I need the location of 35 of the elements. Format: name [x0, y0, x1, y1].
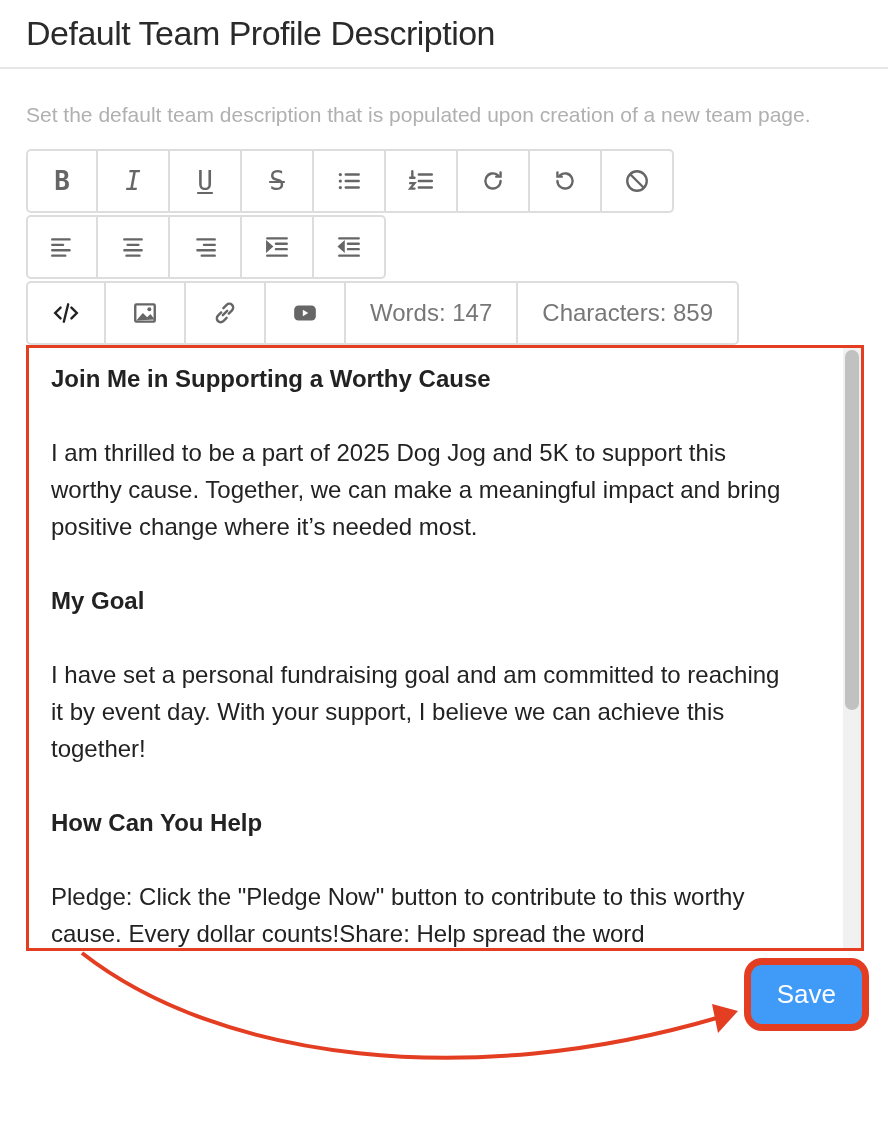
strike-button[interactable]: S — [242, 149, 314, 213]
align-center-button[interactable] — [98, 215, 170, 279]
align-left-button[interactable] — [26, 215, 98, 279]
code-icon — [53, 300, 79, 326]
undo-button[interactable] — [530, 149, 602, 213]
outdent-icon — [336, 234, 362, 260]
indent-icon — [264, 234, 290, 260]
image-button[interactable] — [106, 281, 186, 345]
clear-icon — [624, 168, 650, 194]
bold-button[interactable]: B — [26, 149, 98, 213]
description-text: Set the default team description that is populated upon creation of a new team page. — [26, 102, 812, 128]
counter-label: Characters: 859 — [518, 281, 740, 345]
link-button[interactable] — [186, 281, 266, 345]
numbers-button[interactable] — [386, 149, 458, 213]
section-heading: How Can You Help — [51, 808, 264, 838]
paragraph-text: I am thrilled to be a part of 2025 Dog Jog and 5K to support this worthy cause. Together, we can make a meaningful impact and bring positive change where it’s needed most. — [51, 438, 782, 542]
section-heading: Join Me in Supporting a Worthy Cause — [51, 364, 492, 394]
video-button[interactable] — [266, 281, 346, 345]
align-right-button[interactable] — [170, 215, 242, 279]
section-heading: My Goal — [51, 586, 146, 616]
image-icon — [132, 300, 158, 326]
clear-button[interactable] — [602, 149, 674, 213]
paragraph-text: I have set a personal fundraising goal and am committed to reaching it by event day. With your support, I believe we can achieve this together! — [51, 660, 781, 764]
redo-button[interactable] — [458, 149, 530, 213]
outdent-button[interactable] — [314, 215, 386, 279]
page-title: Default Team Profile Description — [26, 14, 497, 53]
paragraph-text: Pledge: Click the "Pledge Now" button to contribute to this worthy cause. Every dollar counts!Share: Help spread the word — [51, 882, 746, 948]
indent-button[interactable] — [242, 215, 314, 279]
bullets-button[interactable] — [314, 149, 386, 213]
counter-label: Words: 147 — [346, 281, 519, 345]
code-button[interactable] — [26, 281, 106, 345]
text-editor[interactable] — [26, 345, 864, 951]
scrollbar[interactable] — [843, 348, 861, 948]
underline-button[interactable]: U — [170, 149, 242, 213]
italic-button[interactable]: I — [98, 149, 170, 213]
